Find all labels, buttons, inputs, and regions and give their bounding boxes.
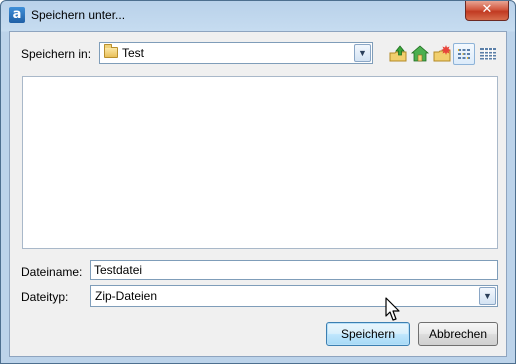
home-icon[interactable]	[410, 44, 430, 64]
file-list[interactable]	[22, 76, 498, 249]
cancel-button[interactable]: Abbrechen	[418, 322, 498, 346]
list-view-button[interactable]	[453, 43, 475, 65]
save-as-dialog: a Speichern unter... ✕ Speichern in: Tes…	[0, 0, 516, 364]
filename-label: Dateiname:	[21, 265, 83, 279]
filetype-combobox[interactable]: Zip-Dateien ▼	[90, 285, 498, 307]
location-label: Speichern in:	[21, 47, 92, 61]
list-view-icon	[458, 49, 470, 59]
details-view-icon[interactable]	[478, 44, 498, 64]
filetype-value: Zip-Dateien	[95, 289, 158, 303]
close-button[interactable]: ✕	[465, 1, 509, 21]
app-icon: a	[9, 7, 25, 23]
window-title: Speichern unter...	[31, 8, 126, 22]
title-bar[interactable]: a Speichern unter... ✕	[1, 1, 515, 31]
chevron-down-icon[interactable]: ▼	[479, 287, 496, 305]
location-value: Test	[122, 46, 145, 60]
folder-icon	[104, 44, 118, 58]
dialog-body: Speichern in: Test ▼ Dateiname: Testdate…	[9, 31, 507, 357]
new-folder-icon[interactable]	[432, 44, 452, 64]
filetype-label: Dateityp:	[21, 290, 69, 304]
save-button[interactable]: Speichern	[326, 322, 410, 346]
folder-up-icon[interactable]	[388, 44, 408, 64]
chevron-down-icon[interactable]: ▼	[354, 44, 371, 62]
location-combobox[interactable]: Test ▼	[99, 42, 373, 64]
mouse-cursor-icon	[385, 297, 400, 321]
filename-field[interactable]	[90, 260, 498, 280]
filename-input[interactable]	[91, 261, 497, 279]
